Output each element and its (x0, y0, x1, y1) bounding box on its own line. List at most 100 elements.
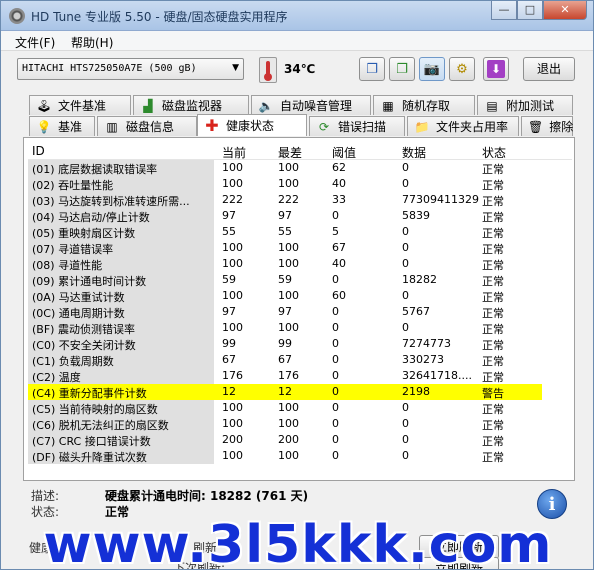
cell-data: 18282 (402, 273, 437, 286)
refresh-now-button[interactable]: 立即刷新 (419, 535, 499, 559)
cell-threshold: 0 (332, 209, 339, 222)
cell-worst: 100 (278, 161, 299, 174)
cell-data: 5839 (402, 209, 430, 222)
minimize-button[interactable]: — (491, 1, 517, 20)
cell-data: 0 (402, 449, 409, 462)
disk-info-icon: ▥ (106, 119, 118, 134)
table-row[interactable]: (C5) 当前待映射的扇区数 100 100 0 0 正常 (28, 400, 572, 416)
table-row[interactable]: (C7) CRC 接口错误计数 200 200 0 0 正常 (28, 432, 572, 448)
copy-button[interactable]: ❐ (359, 57, 385, 81)
download-icon: ⬇ (487, 60, 505, 78)
table-row[interactable]: (04) 马达启动/停止计数 97 97 0 5839 正常 (28, 208, 572, 224)
col-threshold[interactable]: 阈值 (332, 144, 356, 161)
cell-worst: 55 (278, 225, 292, 238)
table-row[interactable]: (DF) 磁头升降重试次数 100 100 0 0 正常 (28, 448, 572, 464)
cell-threshold: 0 (332, 433, 339, 446)
cell-threshold: 0 (332, 273, 339, 286)
cell-data: 0 (402, 161, 409, 174)
maximize-button[interactable]: □ (517, 1, 543, 20)
cell-worst: 100 (278, 241, 299, 254)
refresh-now-button-2[interactable]: 立即刷新 (419, 557, 499, 569)
cell-threshold: 0 (332, 401, 339, 414)
cell-data: 330273 (402, 353, 444, 366)
cell-data: 0 (402, 257, 409, 270)
menu-file[interactable]: 文件(F) (15, 34, 55, 51)
table-row[interactable]: (08) 寻道性能 100 100 40 0 正常 (28, 256, 572, 272)
title-bar[interactable]: HD Tune 专业版 5.50 - 硬盘/固态硬盘实用程序 — □ ✕ (1, 1, 593, 31)
info-icon[interactable]: i (537, 489, 567, 519)
cell-current: 200 (222, 433, 243, 446)
close-button[interactable]: ✕ (543, 1, 587, 20)
table-row[interactable]: (01) 底层数据读取错误率 100 100 62 0 正常 (28, 160, 572, 176)
cell-current: 100 (222, 257, 243, 270)
tab-random-access[interactable]: ▦ 随机存取 (373, 95, 475, 115)
tab-disk-monitor[interactable]: ▟ 磁盘监视器 (133, 95, 249, 115)
col-current[interactable]: 当前 (222, 144, 246, 161)
cell-current: 12 (222, 385, 236, 398)
col-status[interactable]: 状态 (482, 144, 506, 161)
cell-worst: 100 (278, 289, 299, 302)
menu-help[interactable]: 帮助(H) (71, 34, 113, 51)
table-row[interactable]: (07) 寻道错误率 100 100 67 0 正常 (28, 240, 572, 256)
cell-threshold: 5 (332, 225, 339, 238)
window-title: HD Tune 专业版 5.50 - 硬盘/固态硬盘实用程序 (31, 10, 288, 24)
table-row[interactable]: (0A) 马达重试计数 100 100 60 0 正常 (28, 288, 572, 304)
file-benchmark-icon: 🕹 (36, 98, 52, 113)
table-row[interactable]: (03) 马达旋转到标准转速所需... 222 222 33 77309411329 正常 (28, 192, 572, 208)
col-id[interactable]: ID (32, 144, 45, 158)
cell-threshold: 0 (332, 321, 339, 334)
cell-current: 97 (222, 305, 236, 318)
tab-error-scan[interactable]: ⟳ 错误扫描 (309, 116, 405, 136)
col-data[interactable]: 数据 (402, 144, 426, 161)
tab-disk-info[interactable]: ▥ 磁盘信息 (97, 116, 197, 136)
cell-current: 100 (222, 417, 243, 430)
tab-label: 擦除 (549, 120, 574, 134)
cell-status: 正常 (482, 211, 504, 224)
cell-id: (DF) 磁头升降重试次数 (28, 448, 214, 464)
drive-select[interactable]: HITACHI HTS725050A7E (500 gB) ▼ (17, 58, 244, 80)
table-row[interactable]: (0C) 通电周期计数 97 97 0 5767 正常 (28, 304, 572, 320)
cell-threshold: 0 (332, 417, 339, 430)
description-area: 描述: 硬盘累计通电时间: 18282 (761 天) 状态: 正常 (23, 483, 575, 527)
cell-status: 正常 (482, 323, 504, 336)
table-row[interactable]: (C4) 重新分配事件计数 12 12 0 2198 警告 (28, 384, 542, 400)
cell-data: 32641718.... (402, 369, 472, 382)
smart-table: ID 当前 最差 阈值 数据 状态 (01) 底层数据读取错误率 100 100 62… (28, 142, 572, 464)
tab-label: 错误扫描 (338, 120, 387, 134)
table-row[interactable]: (C2) 温度 176 176 0 32641718.... 正常 (28, 368, 572, 384)
cell-threshold: 62 (332, 161, 346, 174)
speaker-icon: 🔈 (258, 98, 274, 113)
table-row[interactable]: (C0) 不安全关闭计数 99 99 0 7274773 正常 (28, 336, 572, 352)
screenshot-button[interactable]: 📷 (419, 57, 445, 81)
cell-data: 0 (402, 289, 409, 302)
tab-erase[interactable]: 🗑 擦除 (521, 116, 573, 136)
tab-extra-tests[interactable]: ▤ 附加测试 (477, 95, 573, 115)
tab-health[interactable]: ✚ 健康状态 (197, 114, 307, 136)
tab-benchmark[interactable]: 💡 基准 (29, 116, 95, 136)
table-body: (01) 底层数据读取错误率 100 100 62 0 正常 (02) 吞吐量性能 100 10… (28, 160, 572, 464)
col-worst[interactable]: 最差 (278, 144, 302, 161)
exit-button[interactable]: 退出 (523, 57, 575, 81)
table-row[interactable]: (02) 吞吐量性能 100 100 40 0 正常 (28, 176, 572, 192)
table-row[interactable]: (05) 重映射扇区计数 55 55 5 0 正常 (28, 224, 572, 240)
table-row[interactable]: (C6) 脱机无法纠正的扇区数 100 100 0 0 正常 (28, 416, 572, 432)
tab-label: 磁盘信息 (126, 120, 175, 134)
tab-folder-usage[interactable]: 📁 文件夹占用率 (407, 116, 519, 136)
tab-file-benchmark[interactable]: 🕹 文件基准 (29, 95, 131, 115)
cell-threshold: 0 (332, 337, 339, 350)
table-row[interactable]: (09) 累计通电时间计数 59 59 0 18282 正常 (28, 272, 572, 288)
cell-id: (01) 底层数据读取错误率 (28, 160, 214, 176)
table-row[interactable]: (BF) 震动侦测错误率 100 100 0 0 正常 (28, 320, 572, 336)
cell-id: (0A) 马达重试计数 (28, 288, 214, 304)
cell-worst: 12 (278, 385, 292, 398)
extra-tests-icon: ▤ (486, 98, 498, 113)
tab-noise-management[interactable]: 🔈 自动噪音管理 (251, 95, 371, 115)
cell-status: 正常 (482, 227, 504, 240)
copy-info-button[interactable]: ❐ (389, 57, 415, 81)
table-row[interactable]: (C1) 负载周期数 67 67 0 330273 正常 (28, 352, 572, 368)
copy-info-icon: ❐ (396, 61, 408, 77)
cell-threshold: 40 (332, 177, 346, 190)
error-scan-icon: ⟳ (318, 119, 330, 134)
options-button[interactable]: ⚙ (449, 57, 475, 81)
save-button[interactable]: ⬇ (483, 57, 509, 81)
